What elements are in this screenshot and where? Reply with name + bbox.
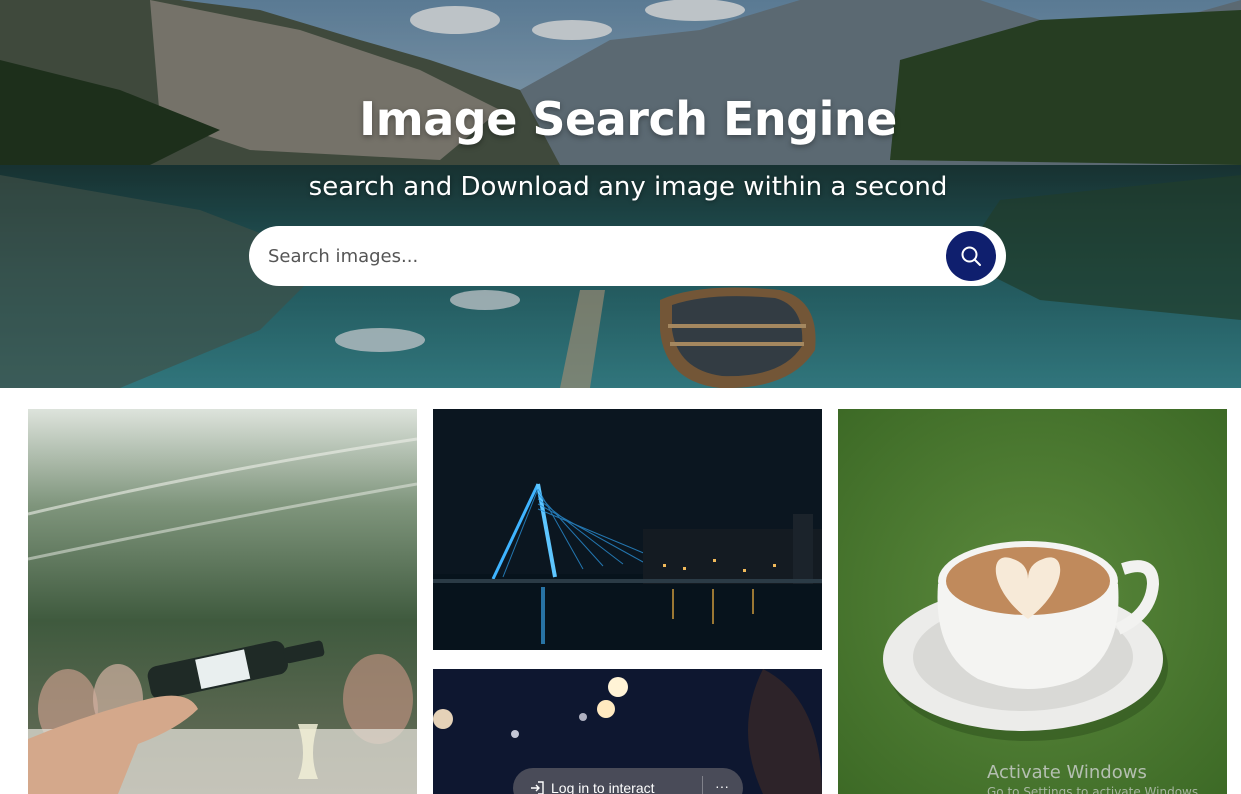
search-bar	[249, 226, 1006, 286]
search-input[interactable]	[268, 236, 928, 276]
login-label: Log in to interact	[551, 780, 655, 794]
gallery-image-bokeh[interactable]: Log in to interact ···	[433, 669, 822, 794]
wine-dinner-photo	[28, 409, 417, 794]
login-overlay-pill[interactable]: Log in to interact ···	[513, 768, 743, 794]
login-icon	[531, 781, 544, 794]
gallery-image-coffee[interactable]	[838, 409, 1227, 794]
activation-watermark-title: Activate Windows	[987, 762, 1147, 783]
gallery-image-bridge-night[interactable]	[433, 409, 822, 650]
pill-divider	[702, 776, 703, 794]
gallery-image-wine-dinner[interactable]	[28, 409, 417, 794]
hero-banner: Image Search Engine search and Download …	[0, 0, 1241, 388]
bridge-night-photo	[433, 409, 822, 650]
search-icon	[961, 246, 981, 266]
page-title: Image Search Engine	[359, 92, 897, 146]
more-options-icon[interactable]: ···	[715, 778, 729, 794]
activation-watermark-subtitle: Go to Settings to activate Windows.	[987, 785, 1202, 794]
search-button[interactable]	[946, 231, 996, 281]
coffee-photo	[838, 409, 1227, 794]
page-subtitle: search and Download any image within a s…	[308, 172, 948, 202]
